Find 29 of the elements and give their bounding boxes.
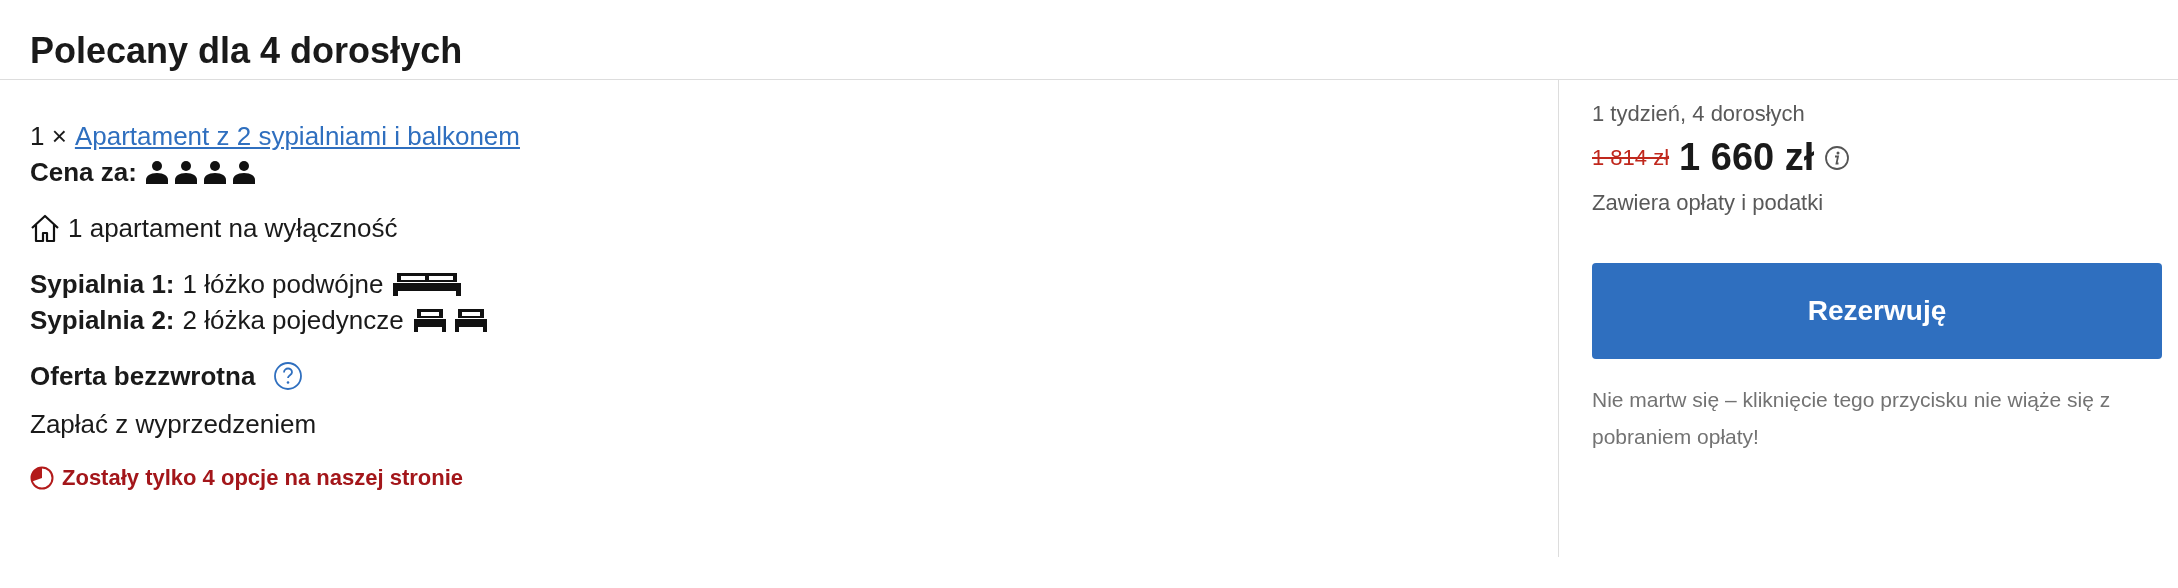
scarcity-message: Zostały tylko 4 opcje na naszej stronie (62, 464, 464, 492)
house-icon (30, 213, 60, 243)
price-for-label: Cena za: (30, 156, 137, 189)
pie-clock-icon (30, 466, 54, 490)
price-note: Zawiera opłaty i podatki (1592, 189, 1825, 217)
policy-detail: Zapłać z wyprzedzeniem (30, 408, 317, 441)
double-bed-icon (391, 271, 464, 297)
person-icon (144, 160, 169, 184)
old-price: 1 814 zł (1592, 144, 1670, 171)
section-title: Polecany dla 4 dorosłych (0, 0, 2178, 80)
reassurance-text: Nie martw się – kliknięcie tego przycisku nie wiąże się z pobraniem opłaty! (1592, 387, 2112, 450)
reserve-button[interactable]: Rezerwuję (1592, 263, 2162, 359)
policy-title: Oferta bezzwrotna (30, 360, 256, 393)
unit-quantity: 1 × (30, 120, 67, 153)
bedroom-label: Sypialnia 2: (30, 304, 175, 337)
bedroom-label: Sypialnia 1: (30, 268, 175, 301)
help-icon[interactable] (273, 361, 304, 391)
unit-link[interactable]: Apartament z 2 sypialniami i balkonem (74, 118, 520, 154)
bed-description: 2 łóżka pojedyncze (182, 304, 404, 337)
person-icon (173, 160, 198, 184)
price: 1 660 zł (1679, 136, 1815, 179)
info-icon[interactable] (1824, 144, 1851, 171)
stay-summary: 1 tydzień, 4 dorosłych (1592, 100, 1806, 128)
exclusive-text: 1 apartament na wyłączność (68, 212, 398, 245)
bed-description: 1 łóżko podwójne (182, 268, 384, 301)
person-icon (202, 160, 227, 184)
single-bed-icon (452, 307, 489, 333)
person-icon (231, 160, 256, 184)
single-bed-icon (411, 307, 448, 333)
